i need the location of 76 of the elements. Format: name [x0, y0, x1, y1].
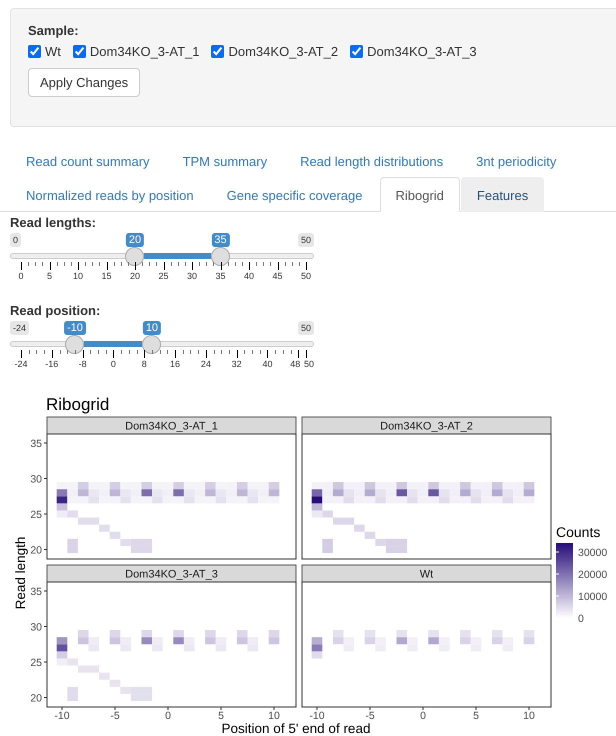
tick-label: -8 — [78, 359, 87, 369]
tab[interactable]: TPM summary — [166, 143, 284, 178]
axis-tick-label: 5 — [218, 710, 224, 722]
tick-label: 10 — [73, 271, 83, 281]
min-label: 0 — [10, 233, 22, 247]
max-label: 50 — [298, 233, 314, 247]
sample-label: Sample: — [28, 23, 80, 38]
axis-tick-label: 25 — [30, 509, 42, 521]
y-axis-title: Read length — [13, 536, 28, 610]
axis-tick-label: -5 — [365, 710, 375, 722]
tick-label: 45 — [272, 271, 282, 281]
tick-label: 8 — [142, 359, 147, 369]
tick-label: 35 — [216, 271, 226, 281]
value-label: 10 — [142, 321, 162, 335]
legend-label: 20000 — [578, 569, 608, 581]
tab[interactable]: Read length distributions — [284, 143, 460, 178]
axis-tick-label: 25 — [30, 657, 42, 669]
axis-tick-label: 30 — [30, 622, 42, 634]
axis-tick-label: 10 — [268, 710, 280, 722]
legend-title: Counts — [556, 524, 600, 540]
axis-tick-label: 0 — [420, 710, 426, 722]
tick-label: -16 — [45, 359, 58, 369]
apply-changes-button[interactable]: Apply Changes — [28, 68, 140, 97]
axis-tick-label: 30 — [30, 474, 42, 486]
plot-title: Ribogrid — [46, 395, 110, 414]
tick-label: 40 — [262, 359, 272, 369]
tab[interactable]: Read count summary — [10, 143, 166, 178]
tick-label: 48 — [290, 359, 300, 369]
tick-label: 0 — [110, 359, 116, 369]
min-label: -24 — [10, 321, 30, 335]
checkbox-label: Dom34KO_3-AT_1 — [90, 44, 200, 59]
tab[interactable]: Features — [460, 177, 544, 212]
tick-label: 40 — [244, 271, 254, 281]
tab[interactable]: Normalized reads by position — [10, 177, 210, 212]
axis-tick-label: 35 — [30, 586, 42, 598]
tick-label: 20 — [130, 271, 140, 281]
axis-tick-label: 0 — [165, 710, 171, 722]
tick-label: 32 — [232, 359, 242, 369]
facet-strip: Dom34KO_3-AT_1 — [46, 416, 296, 434]
value-label: 35 — [211, 233, 230, 247]
tick-label: -24 — [14, 359, 28, 369]
axis-tick-label: -5 — [110, 710, 120, 722]
x-axis-title: Position of 5' end of read — [222, 721, 370, 736]
facet-strip: Dom34KO_3-AT_3 — [46, 564, 296, 582]
axis-tick-label: -10 — [54, 710, 70, 722]
axis-tick-label: 10 — [523, 710, 535, 722]
checkbox-label: Dom34KO_3-AT_2 — [228, 44, 338, 59]
axis-tick-label: 35 — [30, 438, 42, 450]
legend-label: 0 — [578, 613, 584, 625]
axis-tick-label: -10 — [309, 710, 325, 722]
legend-label: 10000 — [578, 591, 608, 603]
value-label: 20 — [126, 233, 144, 247]
legend-label: 30000 — [578, 547, 608, 559]
slider-label: Read position: — [10, 303, 102, 318]
tick-label: 50 — [304, 359, 314, 369]
checkbox-label: Wt — [45, 44, 61, 59]
tab[interactable]: Gene specific coverage — [210, 177, 378, 212]
tick-label: 15 — [102, 271, 112, 281]
facet-strip: Dom34KO_3-AT_2 — [302, 416, 552, 434]
value-label: -10 — [64, 321, 86, 335]
checkbox-label: Dom34KO_3-AT_3 — [367, 44, 477, 59]
slider-label: Read lengths: — [10, 215, 97, 230]
tab[interactable]: 3nt periodicity — [460, 143, 572, 178]
facet-strip: Wt — [302, 564, 552, 582]
axis-tick-label: 20 — [30, 544, 42, 556]
tick-label: 5 — [47, 271, 52, 281]
tick-label: 16 — [170, 359, 180, 369]
tick-label: 25 — [158, 271, 168, 281]
tick-label: 24 — [200, 359, 211, 369]
tick-label: 0 — [18, 271, 24, 281]
axis-tick-label: 5 — [473, 710, 479, 722]
max-label: 50 — [298, 321, 314, 335]
tick-label: 30 — [187, 271, 197, 281]
tab[interactable]: Ribogrid — [380, 177, 460, 212]
axis-tick-label: 20 — [30, 692, 42, 704]
tick-label: 50 — [301, 271, 311, 281]
